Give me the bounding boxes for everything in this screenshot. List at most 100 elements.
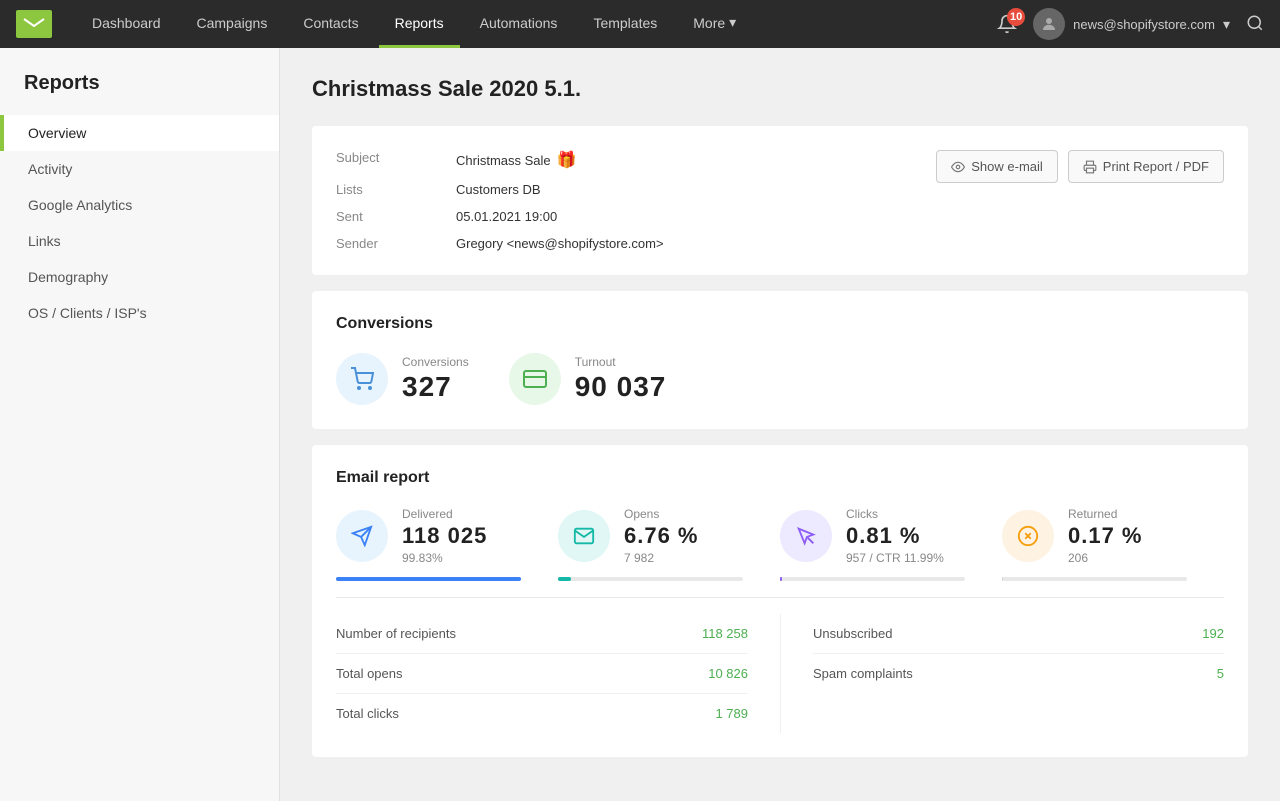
email-report-card: Email report Delivered 118 025 [312, 445, 1248, 757]
avatar [1033, 8, 1065, 40]
clicks-value: 0.81 % [846, 523, 944, 549]
user-chevron-icon: ▾ [1223, 16, 1230, 33]
nav-more[interactable]: More ▾ [677, 0, 752, 48]
eye-icon [951, 160, 965, 174]
returned-metric-item: Returned 0.17 % 206 [1002, 507, 1208, 565]
sidebar-item-demography[interactable]: Demography [0, 259, 279, 295]
delivered-icon-bg [336, 510, 388, 562]
email-open-icon [573, 525, 595, 547]
chevron-down-icon: ▾ [729, 14, 736, 31]
turnout-number: 90 037 [575, 371, 667, 403]
stats-left: Number of recipients 118 258 Total opens… [336, 614, 780, 733]
email-report-metrics: Delivered 118 025 99.83% [336, 507, 1224, 581]
money-icon [523, 367, 547, 391]
info-grid: Subject Christmass Sale 🎁 Lists Customer… [336, 150, 1224, 251]
main-content: Christmass Sale 2020 5.1. Subject Christ… [280, 48, 1280, 801]
user-menu-button[interactable]: news@shopifystore.com ▾ [1033, 8, 1230, 40]
cursor-icon [795, 525, 817, 547]
sender-label: Sender [336, 236, 456, 251]
cart-icon [350, 367, 374, 391]
user-email: news@shopifystore.com [1073, 17, 1215, 32]
delivered-progress-wrap [336, 577, 521, 581]
returned-icon-bg [1002, 510, 1054, 562]
nav-reports[interactable]: Reports [379, 0, 460, 48]
stats-grid: Number of recipients 118 258 Total opens… [336, 614, 1224, 733]
nav-templates[interactable]: Templates [577, 0, 673, 48]
conversions-card: Conversions Conversions 327 [312, 291, 1248, 429]
clicks-text: Clicks 0.81 % 957 / CTR 11.99% [846, 507, 944, 565]
sidebar-item-activity[interactable]: Activity [0, 151, 279, 187]
nav-contacts[interactable]: Contacts [287, 0, 374, 48]
info-actions: Show e-mail Print Report / PDF [936, 150, 1224, 183]
sidebar: Reports Overview Activity Google Analyti… [0, 48, 280, 801]
returned-text: Returned 0.17 % 206 [1068, 507, 1143, 565]
opens-label: Opens [624, 507, 699, 521]
stat-row-spam: Spam complaints 5 [813, 654, 1224, 693]
nav-automations[interactable]: Automations [464, 0, 574, 48]
clicks-sub: 957 / CTR 11.99% [846, 551, 944, 565]
returned-progress-wrap [1002, 577, 1187, 581]
opens-value: 6.76 % [624, 523, 699, 549]
delivered-metric-item: Delivered 118 025 99.83% [336, 507, 542, 565]
nav-dashboard[interactable]: Dashboard [76, 0, 177, 48]
print-report-button[interactable]: Print Report / PDF [1068, 150, 1224, 183]
sender-value: Gregory <news@shopifystore.com> [456, 236, 936, 251]
nav-campaigns[interactable]: Campaigns [181, 0, 284, 48]
sidebar-title: Reports [0, 72, 279, 115]
lists-label: Lists [336, 182, 456, 197]
opens-icon-bg [558, 510, 610, 562]
turnout-metric-text: Turnout 90 037 [575, 355, 667, 403]
opens-metric: Opens 6.76 % 7 982 [558, 507, 780, 581]
main-layout: Reports Overview Activity Google Analyti… [0, 48, 1280, 801]
stat-row-total-opens: Total opens 10 826 [336, 654, 748, 694]
nav-links: Dashboard Campaigns Contacts Reports Aut… [76, 0, 997, 48]
notifications-button[interactable]: 10 [997, 14, 1017, 34]
stat-row-unsubscribed: Unsubscribed 192 [813, 614, 1224, 654]
clicks-metric-item: Clicks 0.81 % 957 / CTR 11.99% [780, 507, 986, 565]
returned-sub: 206 [1068, 551, 1143, 565]
stat-label-unsubscribed: Unsubscribed [813, 626, 893, 641]
sidebar-item-overview[interactable]: Overview [0, 115, 279, 151]
sent-label: Sent [336, 209, 456, 224]
lists-value: Customers DB [456, 182, 936, 197]
stat-row-recipients: Number of recipients 118 258 [336, 614, 748, 654]
opens-progress-bar [558, 577, 571, 581]
subject-label: Subject [336, 150, 456, 170]
print-icon [1083, 160, 1097, 174]
campaign-info-card: Subject Christmass Sale 🎁 Lists Customer… [312, 126, 1248, 275]
sidebar-item-links[interactable]: Links [0, 223, 279, 259]
clicks-label: Clicks [846, 507, 944, 521]
nav-right: 10 news@shopifystore.com ▾ [997, 8, 1264, 40]
delivered-progress-bar [336, 577, 521, 581]
stat-label-recipients: Number of recipients [336, 626, 456, 641]
stat-value-recipients: 118 258 [702, 626, 748, 641]
search-button[interactable] [1246, 14, 1264, 35]
conversions-number: 327 [402, 371, 469, 403]
conversions-metric-text: Conversions 327 [402, 355, 469, 403]
logo[interactable] [16, 10, 52, 38]
stat-value-spam: 5 [1217, 666, 1224, 681]
conversions-label: Conversions [402, 355, 469, 369]
info-table: Subject Christmass Sale 🎁 Lists Customer… [336, 150, 936, 251]
stat-label-total-opens: Total opens [336, 666, 403, 681]
delivered-metric: Delivered 118 025 99.83% [336, 507, 558, 581]
top-navigation: Dashboard Campaigns Contacts Reports Aut… [0, 0, 1280, 48]
opens-metric-item: Opens 6.76 % 7 982 [558, 507, 764, 565]
sidebar-item-google-analytics[interactable]: Google Analytics [0, 187, 279, 223]
sidebar-item-os-clients-isps[interactable]: OS / Clients / ISP's [0, 295, 279, 331]
notification-badge: 10 [1007, 8, 1025, 26]
email-report-title: Email report [336, 469, 1224, 487]
returned-metric: Returned 0.17 % 206 [1002, 507, 1224, 581]
show-email-button[interactable]: Show e-mail [936, 150, 1058, 183]
stat-label-total-clicks: Total clicks [336, 706, 399, 721]
turnout-metric: Turnout 90 037 [509, 353, 667, 405]
x-circle-icon [1017, 525, 1039, 547]
clicks-progress-wrap [780, 577, 965, 581]
returned-value: 0.17 % [1068, 523, 1143, 549]
turnout-label: Turnout [575, 355, 667, 369]
delivered-value: 118 025 [402, 523, 487, 549]
stat-value-total-opens: 10 826 [708, 666, 748, 681]
page-title: Christmass Sale 2020 5.1. [312, 76, 1248, 102]
stat-row-total-clicks: Total clicks 1 789 [336, 694, 748, 733]
turnout-icon-bg [509, 353, 561, 405]
